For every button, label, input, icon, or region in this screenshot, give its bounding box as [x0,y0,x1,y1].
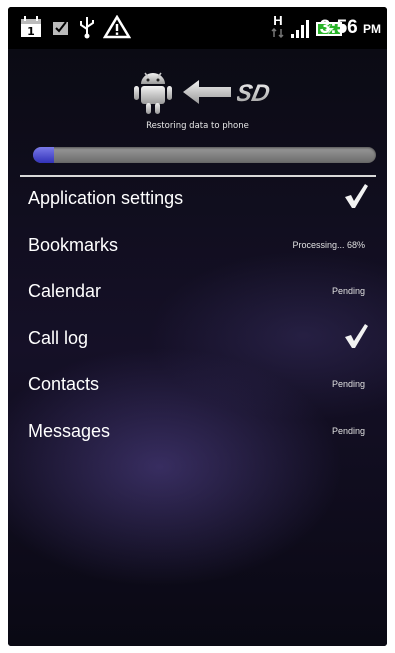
svg-text:1: 1 [27,25,35,38]
list-item[interactable]: Messages Pending [8,412,387,458]
restore-progress-fill [33,147,54,163]
restore-header: SD [133,69,293,119]
calendar-icon: 1 [20,16,42,42]
item-label: Calendar [28,281,102,301]
svg-text:H: H [273,13,282,28]
list-item[interactable]: Call log [8,319,387,365]
signal-icon [291,20,311,42]
sd-card-icon: SD [233,80,291,110]
checkbox-notification-icon [52,18,70,40]
list-item[interactable]: Bookmarks Processing... 68% [8,226,387,272]
item-status: Processing... 68% [292,239,365,250]
phone-screen: 1 H 3:56 PM SD Restoring data to phone A… [8,7,387,646]
restore-status-label: Restoring data to phone [146,121,249,131]
item-label: Bookmarks [28,234,119,255]
list-item[interactable]: Contacts Pending [8,365,387,411]
list-item[interactable]: Calendar Pending [8,272,387,318]
warning-icon [102,14,132,43]
h-network-icon: H [270,12,286,44]
svg-text:SD: SD [237,80,272,106]
item-label: Call log [28,327,89,348]
list-item[interactable]: Application settings [8,179,387,225]
divider [20,175,376,177]
item-status: Pending [331,379,365,389]
usb-icon [78,15,96,43]
status-bar: 1 H 3:56 PM [8,7,387,49]
arrow-left-icon [183,80,231,108]
restore-screen: SD Restoring data to phone Application s… [8,49,387,646]
item-label: Messages [28,420,111,441]
restore-progress-bar [33,147,376,163]
android-robot-icon [133,69,173,119]
item-status: Pending [331,425,365,436]
checkmark-icon [343,183,369,213]
clock: 3:56 PM [319,17,381,38]
item-label: Contacts [28,374,100,394]
checkmark-icon [343,323,369,353]
item-status: Pending [331,286,365,296]
item-label: Application settings [28,188,184,208]
